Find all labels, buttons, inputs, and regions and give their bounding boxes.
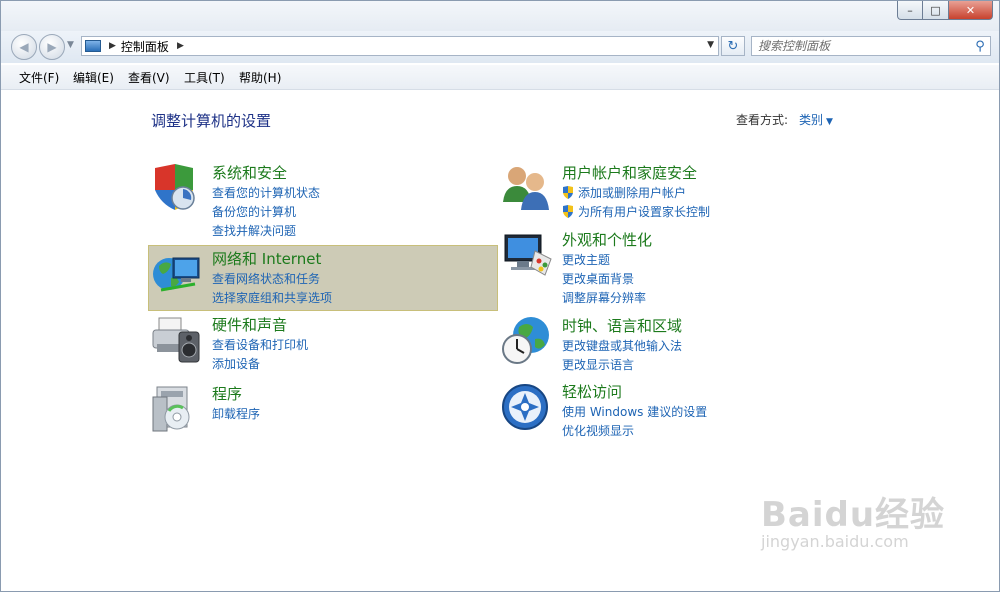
title-bar[interactable]: – □ ✕ xyxy=(1,1,999,31)
navigation-bar: ◀ ▶ ▼ ▶ 控制面板 ▶ ▼ ↻ ⚲ xyxy=(1,31,999,63)
link-change-display-language[interactable]: 更改显示语言 xyxy=(562,356,682,375)
category-title[interactable]: 网络和 Internet xyxy=(212,248,321,269)
link-homegroup-sharing[interactable]: 选择家庭组和共享选项 xyxy=(212,289,332,308)
link-change-input-method[interactable]: 更改键盘或其他输入法 xyxy=(562,337,682,356)
category-links: 卸载程序 xyxy=(212,405,260,424)
category-links: 查看设备和打印机 添加设备 xyxy=(212,336,308,374)
menu-tools[interactable]: 工具(T) xyxy=(184,69,225,86)
search-box[interactable]: ⚲ xyxy=(751,36,991,56)
view-mode-value: 类别 xyxy=(799,113,824,127)
link-backup-computer[interactable]: 备份您的计算机 xyxy=(212,203,320,222)
users-icon[interactable] xyxy=(501,162,555,214)
printer-icon[interactable] xyxy=(151,314,205,366)
shield-icon[interactable] xyxy=(151,162,205,214)
category-links: 查看网络状态和任务 选择家庭组和共享选项 xyxy=(212,270,332,308)
menu-file[interactable]: 文件(F) xyxy=(19,69,59,86)
link-add-remove-accounts[interactable]: 添加或删除用户帐户 xyxy=(562,184,710,203)
category-links: 更改键盘或其他输入法 更改显示语言 xyxy=(562,337,682,375)
page-title: 调整计算机的设置 xyxy=(151,112,272,130)
minimize-button[interactable]: – xyxy=(897,1,923,20)
accessibility-icon[interactable] xyxy=(501,381,555,433)
category-links: 添加或删除用户帐户 为所有用户设置家长控制 xyxy=(562,184,710,222)
category-title[interactable]: 程序 xyxy=(212,383,242,404)
clock-globe-icon[interactable] xyxy=(501,315,555,367)
back-arrow-icon: ◀ xyxy=(19,40,29,54)
watermark-logo: Baidu经验 xyxy=(761,495,946,535)
breadcrumb-control-panel[interactable]: 控制面板 xyxy=(121,38,169,55)
dropdown-arrow-icon: ▼ xyxy=(826,117,833,127)
category-links: 使用 Windows 建议的设置 优化视频显示 xyxy=(562,403,707,441)
back-button[interactable]: ◀ xyxy=(11,34,37,60)
network-globe-icon[interactable] xyxy=(151,248,205,300)
link-find-fix-problems[interactable]: 查找并解决问题 xyxy=(212,222,320,241)
link-optimize-display[interactable]: 优化视频显示 xyxy=(562,422,707,441)
category-links: 更改主题 更改桌面背景 调整屏幕分辨率 xyxy=(562,251,646,308)
control-panel-window: – □ ✕ ◀ ▶ ▼ ▶ 控制面板 ▶ ▼ ↻ ⚲ 文件(F) 编辑(E) 查… xyxy=(0,0,1000,592)
view-mode-dropdown[interactable]: 类别 ▼ xyxy=(799,111,833,128)
programs-icon[interactable] xyxy=(151,383,205,435)
forward-arrow-icon: ▶ xyxy=(47,40,57,54)
maximize-button[interactable]: □ xyxy=(923,1,949,20)
view-mode-label: 查看方式: xyxy=(736,113,789,127)
menu-view[interactable]: 查看(V) xyxy=(128,69,170,86)
category-title[interactable]: 时钟、语言和区域 xyxy=(562,315,682,336)
refresh-icon: ↻ xyxy=(727,38,739,54)
link-devices-printers[interactable]: 查看设备和打印机 xyxy=(212,336,308,355)
breadcrumb-arrow-icon[interactable]: ▶ xyxy=(177,41,184,51)
window-controls: – □ ✕ xyxy=(897,1,993,21)
link-recommended-settings[interactable]: 使用 Windows 建议的设置 xyxy=(562,403,707,422)
forward-button[interactable]: ▶ xyxy=(39,34,65,60)
category-title[interactable]: 系统和安全 xyxy=(212,162,287,183)
uac-shield-icon xyxy=(563,186,573,199)
control-panel-icon xyxy=(85,40,101,52)
category-title[interactable]: 轻松访问 xyxy=(562,381,622,402)
category-title[interactable]: 外观和个性化 xyxy=(562,229,652,250)
menu-help[interactable]: 帮助(H) xyxy=(239,69,281,86)
uac-shield-icon xyxy=(563,205,573,218)
recent-pages-dropdown[interactable]: ▼ xyxy=(67,40,74,50)
refresh-button[interactable]: ↻ xyxy=(721,36,745,56)
link-view-computer-status[interactable]: 查看您的计算机状态 xyxy=(212,184,320,203)
menu-edit[interactable]: 编辑(E) xyxy=(73,69,114,86)
monitor-paint-icon[interactable] xyxy=(501,229,555,281)
search-icon[interactable]: ⚲ xyxy=(972,39,988,54)
link-add-device[interactable]: 添加设备 xyxy=(212,355,308,374)
link-text: 添加或删除用户帐户 xyxy=(578,186,687,200)
close-button[interactable]: ✕ xyxy=(949,1,993,20)
link-parental-controls[interactable]: 为所有用户设置家长控制 xyxy=(562,203,710,222)
breadcrumb-arrow-icon[interactable]: ▶ xyxy=(109,41,116,51)
link-uninstall-program[interactable]: 卸载程序 xyxy=(212,405,260,424)
category-links: 查看您的计算机状态 备份您的计算机 查找并解决问题 xyxy=(212,184,320,241)
link-view-network-status[interactable]: 查看网络状态和任务 xyxy=(212,270,332,289)
address-bar[interactable]: ▶ 控制面板 ▶ ▼ xyxy=(81,36,719,56)
search-input[interactable] xyxy=(752,38,972,54)
link-change-theme[interactable]: 更改主题 xyxy=(562,251,646,270)
link-change-background[interactable]: 更改桌面背景 xyxy=(562,270,646,289)
menu-bar: 文件(F) 编辑(E) 查看(V) 工具(T) 帮助(H) xyxy=(1,65,999,90)
category-title[interactable]: 硬件和声音 xyxy=(212,314,287,335)
baidu-watermark: Baidu经验 jingyan.baidu.com xyxy=(761,487,945,551)
link-text: 为所有用户设置家长控制 xyxy=(578,205,711,219)
link-screen-resolution[interactable]: 调整屏幕分辨率 xyxy=(562,289,646,308)
category-title[interactable]: 用户帐户和家庭安全 xyxy=(562,162,697,183)
address-history-dropdown[interactable]: ▼ xyxy=(707,40,714,50)
